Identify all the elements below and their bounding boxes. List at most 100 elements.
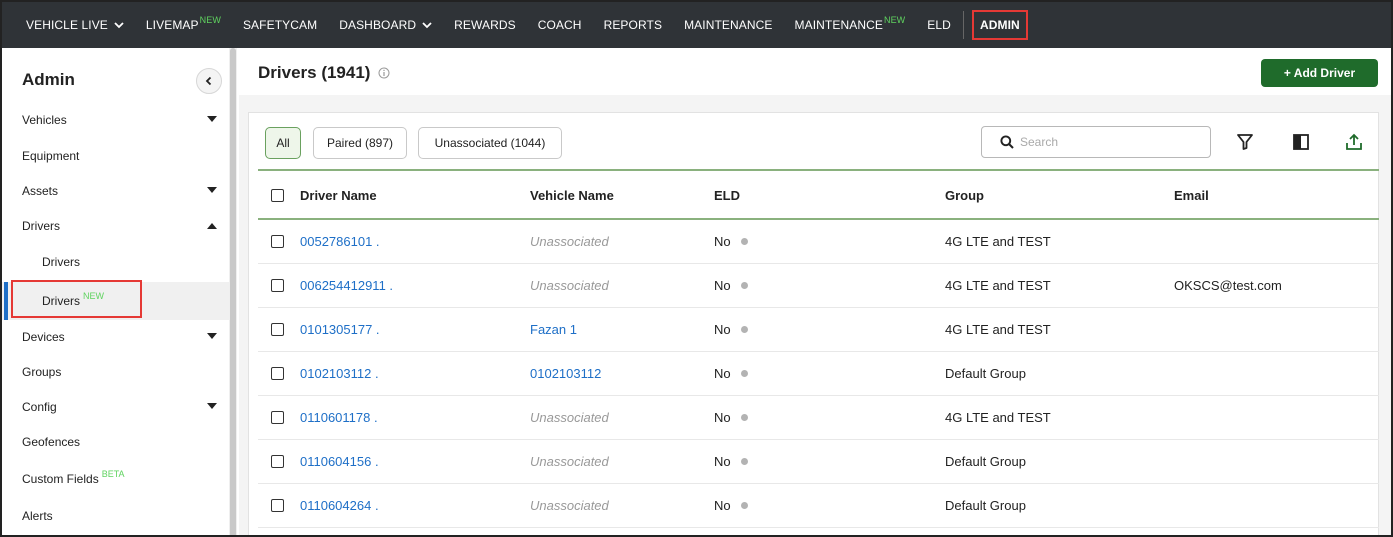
nav-rewards[interactable]: REWARDS (454, 18, 516, 32)
chevron-down-icon (422, 22, 432, 29)
eld-status: No (714, 234, 748, 249)
column-header-email[interactable]: Email (1174, 188, 1209, 203)
row-checkbox[interactable] (271, 411, 284, 424)
eld-status: No (714, 498, 748, 513)
group-name: 4G LTE and TEST (945, 322, 1051, 337)
column-header-vehicle-name[interactable]: Vehicle Name (530, 188, 614, 203)
driver-name-link[interactable]: 0052786101 . (300, 234, 380, 249)
caret-down-icon (207, 333, 217, 339)
columns-icon[interactable] (1292, 133, 1310, 151)
sidebar-item-label: Drivers (22, 219, 60, 233)
nav-eld[interactable]: ELD (927, 18, 951, 32)
caret-down-icon (207, 187, 217, 193)
column-header-eld[interactable]: ELD (714, 188, 740, 203)
select-all-checkbox[interactable] (271, 189, 284, 202)
sidebar-item-equipment[interactable]: Equipment (2, 139, 229, 173)
nav-maintenance-new[interactable]: MAINTENANCE NEW (795, 15, 906, 32)
eld-status-dot-icon (740, 238, 748, 245)
table-row[interactable]: 0110604156 . Unassociated No Default Group (258, 440, 1379, 484)
nav-label: ELD (927, 18, 951, 32)
sidebar-item-assets[interactable]: Assets (2, 174, 229, 208)
nav-vehicle-live[interactable]: VEHICLE LIVE (26, 18, 124, 32)
beta-badge: BETA (101, 469, 125, 479)
nav-safetycam[interactable]: SAFETYCAM (243, 18, 317, 32)
search-icon (1000, 135, 1014, 149)
column-header-group[interactable]: Group (945, 188, 984, 203)
eld-status: No (714, 366, 748, 381)
sidebar-item-label: Alerts (22, 509, 53, 523)
group-name: 4G LTE and TEST (945, 234, 1051, 249)
table-row[interactable]: 006254412911 . Unassociated No 4G LTE and T… (258, 264, 1379, 308)
add-driver-button[interactable]: + Add Driver (1261, 59, 1378, 87)
eld-status: No (714, 322, 748, 337)
group-name: 4G LTE and TEST (945, 410, 1051, 425)
nav-divider (962, 11, 964, 39)
sidebar-item-geofences[interactable]: Geofences (2, 425, 229, 459)
driver-name-link[interactable]: 0110604156 . (300, 454, 379, 469)
nav-label: LIVEMAP (145, 18, 199, 32)
nav-label: ADMIN (979, 18, 1020, 32)
nav-reports[interactable]: REPORTS (604, 18, 663, 32)
email-address: OKSCS@test.com (1174, 278, 1282, 293)
sidebar-item-drivers[interactable]: Drivers (2, 209, 229, 243)
page-title: Drivers (1941) (258, 63, 390, 83)
sidebar-item-label: Config (22, 400, 57, 414)
table-row[interactable]: 0110601178 . Unassociated No 4G LTE and TES… (258, 396, 1379, 440)
nav-label: MAINTENANCE (684, 18, 773, 32)
sidebar-item-label: Groups (22, 365, 62, 379)
driver-name-link[interactable]: 0102103112 . (300, 366, 379, 381)
group-name: Default Group (945, 498, 1026, 513)
driver-name-link[interactable]: 006254412911 . (300, 278, 393, 293)
nav-admin[interactable]: ADMIN (971, 10, 1028, 40)
scrollbar-thumb[interactable] (230, 48, 236, 535)
row-checkbox[interactable] (271, 455, 284, 468)
sidebar-collapse-button[interactable] (196, 68, 222, 94)
sidebar-title: Admin (22, 70, 75, 89)
group-name: Default Group (945, 454, 1026, 469)
vehicle-name-link[interactable]: 0102103112 (530, 366, 601, 381)
table-row[interactable]: 0102103112 . 0102103112 No Default Group (258, 352, 1379, 396)
sidebar-subitem-drivers[interactable]: Drivers (2, 245, 229, 279)
sidebar-item-custom-fields[interactable]: Custom Fields BETA (2, 462, 229, 496)
column-header-driver-name[interactable]: Driver Name (300, 188, 377, 203)
table-row[interactable]: 0052786101 . Unassociated No 4G LTE and TES… (258, 220, 1379, 264)
nav-livemap[interactable]: LIVEMAP NEW (145, 15, 221, 32)
driver-name-link[interactable]: 0101305177 . (300, 322, 380, 337)
sidebar-item-alerts[interactable]: Alerts (2, 499, 229, 533)
eld-status: No (714, 278, 748, 293)
nav-maintenance[interactable]: MAINTENANCE (684, 18, 772, 32)
sidebar-item-devices[interactable]: Devices (2, 320, 229, 354)
eld-status-text: No (714, 498, 731, 513)
sidebar-scrollbar[interactable] (229, 48, 237, 535)
nav-label: COACH (537, 18, 582, 32)
row-checkbox[interactable] (271, 499, 284, 512)
search-input[interactable] (1020, 135, 1200, 149)
row-checkbox[interactable] (271, 323, 284, 336)
filter-all-chip[interactable]: All (265, 127, 301, 159)
sidebar-item-label: Assets (22, 184, 59, 198)
driver-name-link[interactable]: 0110601178 . (300, 410, 378, 425)
filter-icon[interactable] (1236, 133, 1254, 151)
chevron-down-icon (114, 22, 124, 29)
search-box[interactable] (981, 126, 1211, 158)
row-checkbox[interactable] (271, 279, 284, 292)
driver-name-link[interactable]: 0110604264 . (300, 498, 379, 513)
nav-coach[interactable]: COACH (538, 18, 582, 32)
eld-status: No (714, 410, 748, 425)
nav-dashboard[interactable]: DASHBOARD (339, 18, 432, 32)
row-checkbox[interactable] (271, 367, 284, 380)
filter-unassociated-chip[interactable]: Unassociated (1044) (418, 127, 562, 159)
filter-paired-chip[interactable]: Paired (897) (313, 127, 407, 159)
table-row[interactable]: 0110604264 . Unassociated No Default Group (258, 484, 1379, 528)
export-icon[interactable] (1345, 133, 1363, 151)
info-icon[interactable] (378, 67, 390, 79)
table-row[interactable]: 0101305177 . Fazan 1 No 4G LTE and TEST (258, 308, 1379, 352)
row-checkbox[interactable] (271, 235, 284, 248)
sidebar-item-vehicles[interactable]: Vehicles (2, 103, 229, 137)
vehicle-name-link[interactable]: Fazan 1 (530, 322, 577, 337)
toolbar-divider (258, 169, 1379, 171)
nav-label: DASHBOARD (339, 18, 417, 32)
caret-down-icon (207, 403, 217, 409)
sidebar-item-groups[interactable]: Groups (2, 355, 229, 389)
sidebar-item-config[interactable]: Config (2, 390, 229, 424)
